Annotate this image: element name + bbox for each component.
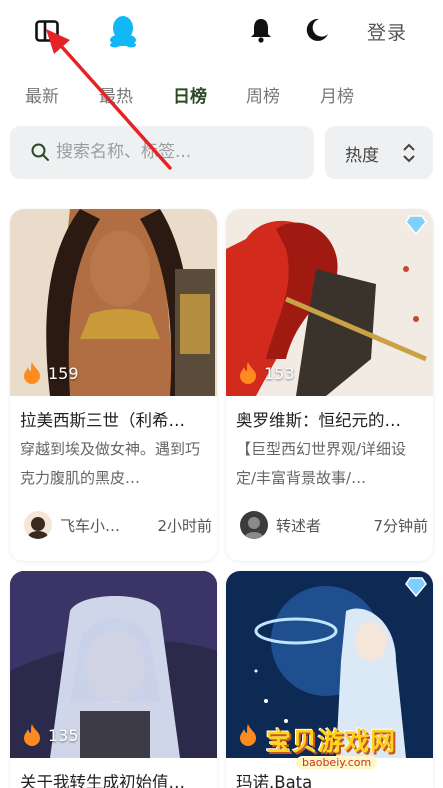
- watermark-text: 宝贝游戏网: [266, 727, 397, 756]
- site-watermark: 宝贝游戏网 baobeiy.com: [258, 718, 418, 780]
- card-description: 穿越到埃及做女神。遇到巧克力腹肌的黑皮…: [20, 440, 201, 487]
- sidebar-toggle-icon[interactable]: [35, 20, 59, 42]
- heat-count: 135: [22, 722, 79, 748]
- watermark-url: baobeiy.com: [296, 756, 378, 769]
- card-title: 关于我转生成初始值…: [20, 773, 185, 788]
- top-bar: 登录: [0, 0, 443, 62]
- card-title: 奥罗维斯：恒纪元的…: [236, 411, 401, 430]
- login-button[interactable]: 登录: [367, 18, 407, 45]
- story-card[interactable]: 153 奥罗维斯：恒纪元的… 【巨型西幻世界观/详细设定/丰富背景故事/… 转述…: [226, 209, 433, 561]
- post-time: 7分钟前: [373, 517, 428, 535]
- search-box[interactable]: [10, 126, 314, 179]
- sort-select[interactable]: 热度: [325, 126, 433, 179]
- flame-icon: [240, 724, 256, 746]
- bell-icon[interactable]: [249, 17, 273, 43]
- search-icon: [31, 143, 49, 161]
- post-time: 2小时前: [157, 517, 212, 535]
- heat-count: 153: [238, 360, 295, 386]
- tab-daily[interactable]: 日榜: [173, 82, 207, 107]
- flame-icon: [24, 362, 40, 384]
- author-avatar[interactable]: [24, 511, 52, 539]
- card-description: 【巨型西幻世界观/详细设定/丰富背景故事/…: [236, 440, 407, 487]
- diamond-badge-icon: [405, 577, 427, 597]
- card-cover-image: 135: [10, 571, 217, 758]
- sort-label: 热度: [345, 146, 379, 166]
- heat-count: 159: [22, 360, 79, 386]
- tab-latest[interactable]: 最新: [25, 82, 59, 107]
- card-cover-image: 153: [226, 209, 433, 396]
- story-card[interactable]: 159 拉美西斯三世（利希… 穿越到埃及做女神。遇到巧克力腹肌的黑皮… 飞车小……: [10, 209, 217, 561]
- card-footer: 飞车小… 2小时前: [20, 509, 212, 543]
- tab-monthly[interactable]: 月榜: [320, 82, 354, 107]
- card-cover-image: 159: [10, 209, 217, 396]
- author-name[interactable]: 飞车小…: [60, 515, 120, 536]
- ranking-tabs: 最新 最热 日榜 周榜 月榜: [0, 80, 443, 110]
- author-avatar[interactable]: [240, 511, 268, 539]
- search-input[interactable]: [56, 136, 306, 168]
- flame-icon: [24, 724, 40, 746]
- flame-icon: [240, 362, 256, 384]
- moon-icon[interactable]: [305, 18, 329, 42]
- story-card[interactable]: 135 关于我转生成初始值…: [10, 571, 217, 788]
- qq-icon[interactable]: [108, 14, 138, 48]
- card-title: 拉美西斯三世（利希…: [20, 411, 185, 430]
- tab-weekly[interactable]: 周榜: [246, 82, 280, 107]
- sort-chevrons-icon: [403, 143, 415, 163]
- author-name[interactable]: 转述者: [276, 515, 321, 536]
- tab-hottest[interactable]: 最热: [99, 82, 133, 107]
- diamond-badge-icon: [405, 215, 427, 235]
- card-footer: 转述者 7分钟前: [236, 509, 428, 543]
